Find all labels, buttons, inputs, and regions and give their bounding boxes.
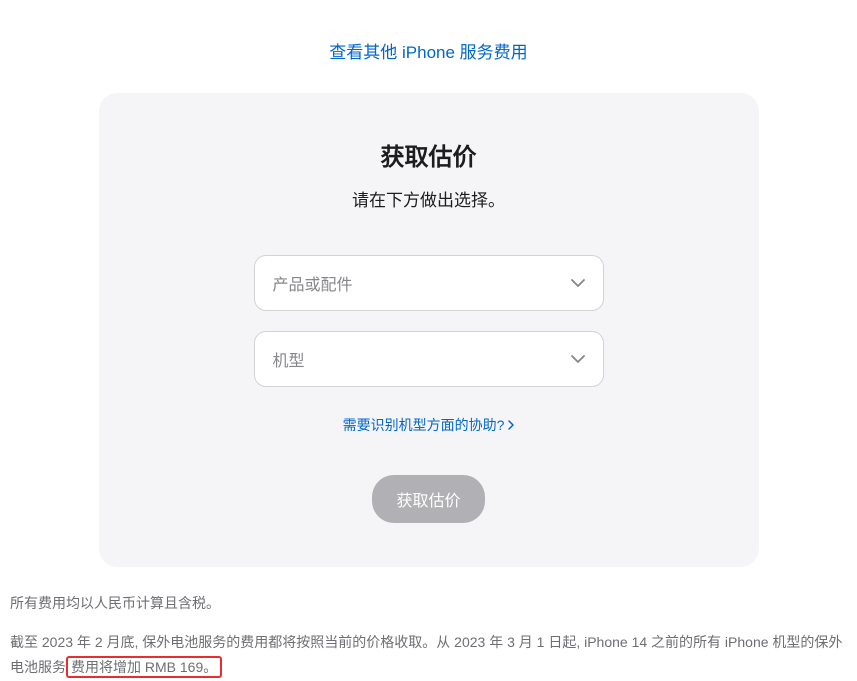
chevron-down-icon bbox=[571, 350, 585, 368]
model-select-placeholder: 机型 bbox=[273, 347, 305, 371]
footer-line1: 所有费用均以人民币计算且含税。 bbox=[10, 591, 847, 616]
identify-model-help-link[interactable]: 需要识别机型方面的协助? bbox=[343, 415, 515, 435]
model-select-wrapper: 机型 bbox=[254, 331, 604, 387]
help-link-container: 需要识别机型方面的协助? bbox=[343, 415, 515, 435]
price-increase-highlight: 费用将增加 RMB 169。 bbox=[66, 656, 222, 678]
product-select-wrapper: 产品或配件 bbox=[254, 255, 604, 311]
product-select[interactable]: 产品或配件 bbox=[254, 255, 604, 311]
chevron-down-icon bbox=[571, 274, 585, 292]
help-link-text: 需要识别机型方面的协助? bbox=[343, 415, 505, 435]
get-estimate-button[interactable]: 获取估价 bbox=[372, 475, 484, 523]
chevron-right-icon bbox=[508, 417, 514, 433]
top-link-container: 查看其他 iPhone 服务费用 bbox=[0, 0, 857, 93]
footer-text: 所有费用均以人民币计算且含税。 截至 2023 年 2 月底, 保外电池服务的费… bbox=[0, 567, 857, 681]
other-iphone-service-link[interactable]: 查看其他 iPhone 服务费用 bbox=[329, 43, 527, 62]
estimate-card: 获取估价 请在下方做出选择。 产品或配件 机型 需要识别机型方面的协助? bbox=[99, 93, 759, 567]
footer-line2: 截至 2023 年 2 月底, 保外电池服务的费用都将按照当前的价格收取。从 2… bbox=[10, 630, 847, 680]
card-title: 获取估价 bbox=[381, 137, 477, 172]
model-select[interactable]: 机型 bbox=[254, 331, 604, 387]
card-subtitle: 请在下方做出选择。 bbox=[352, 186, 505, 211]
product-select-placeholder: 产品或配件 bbox=[273, 271, 353, 295]
